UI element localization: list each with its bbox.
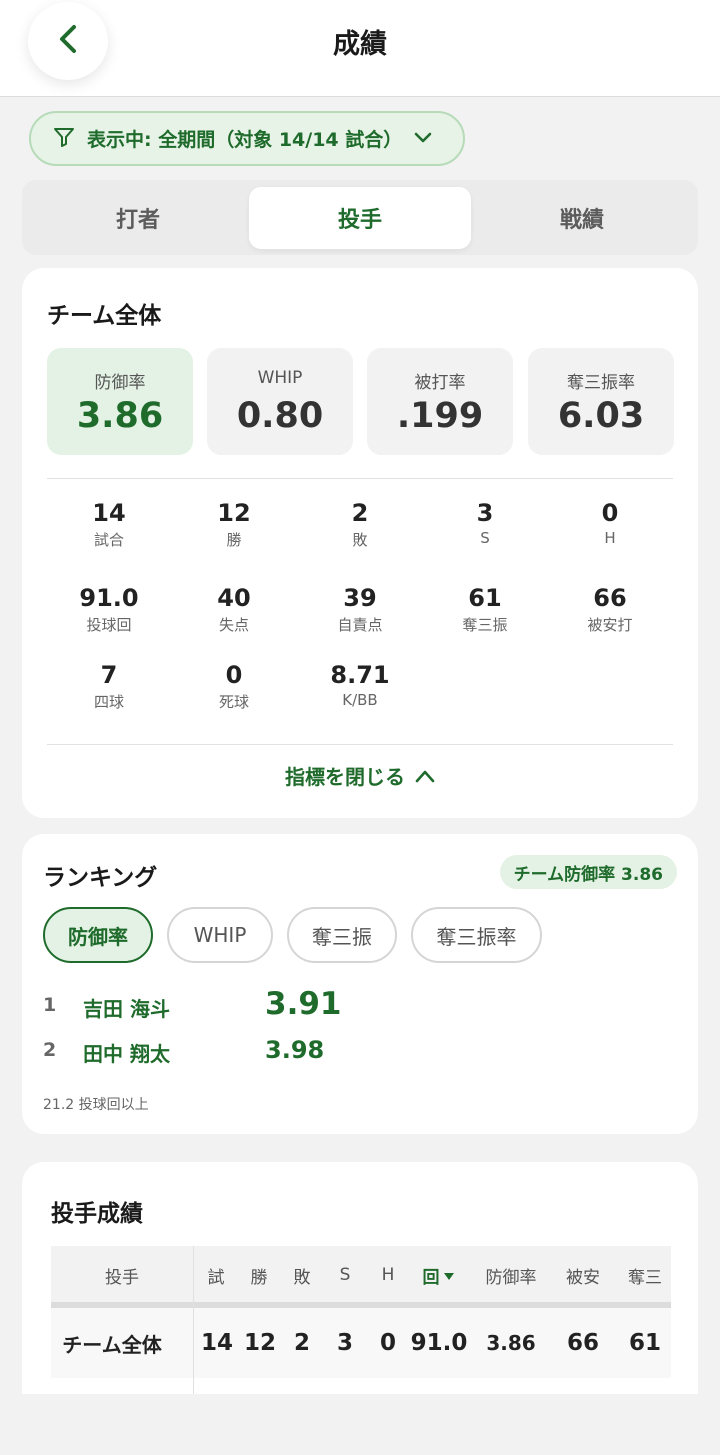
stat-hits-allowed: 66 被安打	[587, 584, 633, 634]
rank-number: 2	[43, 1039, 57, 1061]
ranking-value: 3.91	[265, 986, 342, 1022]
cell-innings: 91.0	[410, 1330, 468, 1356]
col-wins[interactable]: 勝	[243, 1246, 275, 1304]
kpi-whip: WHIP 0.80	[207, 348, 353, 455]
collapse-metrics-button[interactable]: 指標を閉じる	[22, 761, 698, 790]
ranking-value: 3.98	[265, 1036, 325, 1064]
kpi-k-rate: 奪三振率 6.03	[528, 348, 674, 455]
ranking-card: ランキング チーム防御率 3.86 防御率 WHIP 奪三振 奪三振率 1 吉田…	[22, 834, 698, 1134]
stat-innings: 91.0 投球回	[79, 584, 139, 634]
stat-walks: 7 四球	[93, 661, 124, 711]
chip-k-rate[interactable]: 奪三振率	[411, 907, 542, 963]
sticky-column-divider	[193, 1246, 194, 1394]
player-name: 吉田 海斗	[83, 997, 170, 1021]
cell-pitcher: チーム全体	[62, 1332, 162, 1357]
cell-wins: 12	[243, 1330, 276, 1356]
ranking-title: ランキング	[43, 865, 158, 891]
pitcher-stats-title: 投手成績	[51, 1201, 143, 1227]
col-innings[interactable]: 回	[413, 1246, 463, 1304]
kpi-label: 防御率	[94, 373, 146, 393]
sort-desc-icon	[443, 1265, 454, 1285]
app-header: 成績	[0, 0, 720, 97]
stat-holds: 0H	[601, 499, 619, 547]
table-row[interactable]: チーム全体 14 12 2 3 0 91.0 3.86 66 61	[51, 1308, 671, 1378]
team-title: チーム全体	[47, 303, 162, 329]
stat-saves: 3S	[476, 499, 494, 547]
kpi-batting-avg-against: 被打率 .199	[367, 348, 513, 455]
kpi-value: 6.03	[557, 396, 645, 436]
team-era-badge: チーム防御率 3.86	[499, 855, 677, 889]
kpi-label: 被打率	[414, 373, 466, 393]
cell-losses: 2	[293, 1330, 310, 1356]
stat-games: 14 試合	[92, 499, 126, 549]
col-holds[interactable]: H	[373, 1246, 403, 1304]
stats-tabs: 打者 投手 戦績	[22, 180, 698, 255]
cell-saves: 3	[336, 1330, 353, 1356]
kpi-label: WHIP	[257, 368, 303, 388]
chevron-up-icon	[415, 764, 435, 788]
col-hits[interactable]: 被安	[559, 1246, 607, 1304]
collapse-label: 指標を閉じる	[285, 765, 405, 789]
stat-hit-by-pitch: 0 死球	[218, 661, 249, 711]
kpi-era: 防御率 3.86	[47, 348, 193, 455]
cell-hits: 66	[566, 1330, 599, 1356]
stat-wins: 12 勝	[217, 499, 251, 549]
kpi-label: 奪三振率	[567, 373, 635, 393]
page-title: 成績	[333, 29, 387, 60]
col-losses[interactable]: 敗	[287, 1246, 317, 1304]
col-games[interactable]: 試	[201, 1246, 231, 1304]
divider	[47, 744, 673, 745]
col-era[interactable]: 防御率	[476, 1246, 546, 1304]
table-header: 投手 試 勝 敗 S H 回 防御率 被安 奪三	[51, 1246, 671, 1304]
qualification-note: 21.2 投球回以上	[43, 1097, 149, 1113]
rank-number: 1	[43, 994, 57, 1016]
kpi-value: 0.80	[236, 396, 324, 436]
stat-runs: 40 失点	[217, 584, 251, 634]
tab-batters[interactable]: 打者	[27, 187, 249, 249]
chip-whip[interactable]: WHIP	[167, 907, 273, 963]
filter-label: 表示中: 全期間（対象 14/14 試合）	[87, 129, 403, 151]
stat-losses: 2敗	[351, 499, 369, 549]
col-strikeouts[interactable]: 奪三	[621, 1246, 669, 1304]
kpi-value: .199	[396, 396, 484, 436]
col-innings-label: 回	[422, 1267, 440, 1288]
col-pitcher[interactable]: 投手	[51, 1246, 193, 1304]
divider	[47, 478, 673, 479]
tab-record[interactable]: 戦績	[471, 187, 693, 249]
kpi-value: 3.86	[76, 396, 164, 436]
chevron-down-icon	[414, 129, 432, 148]
tab-pitchers[interactable]: 投手	[249, 187, 471, 249]
filter-icon	[53, 126, 75, 152]
chip-strikeouts[interactable]: 奪三振	[287, 907, 397, 963]
cell-holds: 0	[379, 1330, 396, 1356]
col-saves[interactable]: S	[330, 1246, 360, 1304]
stat-earned-runs: 39 自責点	[337, 584, 383, 634]
cell-era: 3.86	[486, 1331, 536, 1355]
period-filter-button[interactable]: 表示中: 全期間（対象 14/14 試合）	[29, 111, 465, 166]
team-summary-card: チーム全体 防御率 3.86 WHIP 0.80 被打率 .199 奪三振率 6…	[22, 268, 698, 818]
cell-games: 14	[200, 1330, 233, 1356]
cell-strikeouts: 61	[628, 1330, 661, 1356]
stat-k-bb: 8.71 K/BB	[330, 661, 390, 709]
player-name: 田中 翔太	[83, 1042, 170, 1066]
pitcher-stats-card: 投手成績 投手 試 勝 敗 S H 回 防御率 被安 奪三 チーム全体 14 1…	[22, 1162, 698, 1394]
chip-era[interactable]: 防御率	[43, 907, 153, 963]
stat-strikeouts: 61 奪三振	[462, 584, 508, 634]
